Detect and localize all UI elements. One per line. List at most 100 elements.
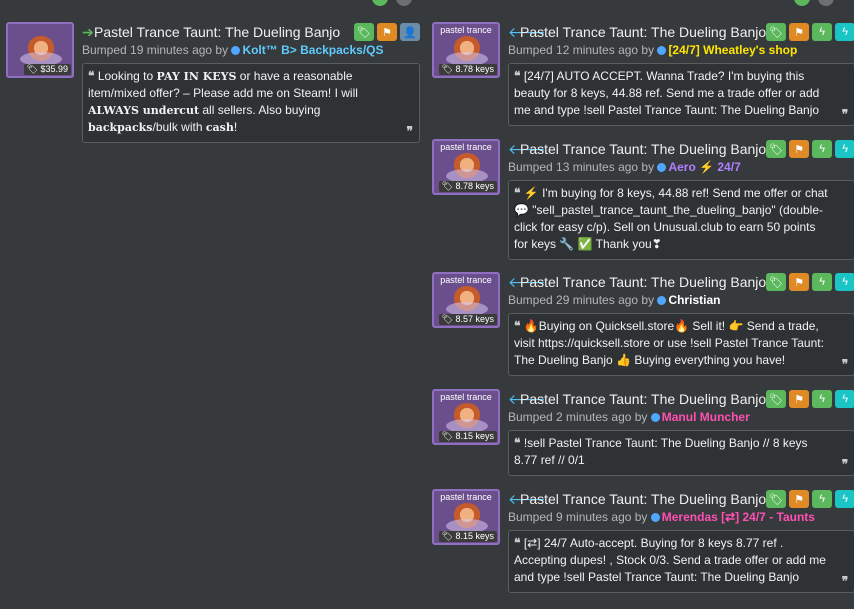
item-thumbnail[interactable]: 🏷 $35.99: [6, 22, 74, 78]
title-row: 🡐 Pastel Trance Taunt: The Dueling Banjo…: [508, 22, 854, 42]
buy-arrow-icon: 🡐: [508, 390, 546, 407]
listing-comment: ❝ !sell Pastel Trance Taunt: The Dueling…: [508, 430, 854, 476]
comment-text: !sell Pastel Trance Taunt: The Dueling B…: [514, 436, 808, 467]
flag-icon[interactable]: ⚑: [789, 490, 810, 508]
action-icons: 🏷 ⚑ ϟ ϟ: [766, 140, 854, 158]
bumped-text: Bumped 13 minutes ago by: [508, 160, 655, 174]
online-status-icon: [231, 46, 241, 55]
trade-offer-icon[interactable]: ϟ: [835, 390, 854, 408]
effect-label: pastel trance: [440, 275, 492, 285]
item-thumbnail[interactable]: pastel trance 🏷 8.78 keys: [432, 139, 500, 195]
tag-icon[interactable]: 🏷: [766, 140, 787, 158]
bumped-line: Bumped 13 minutes ago by Aero ⚡ 24/7: [508, 160, 854, 176]
listing-title[interactable]: Pastel Trance Taunt: The Dueling Banjo: [520, 274, 766, 290]
user-name[interactable]: Aero ⚡ 24/7: [668, 160, 740, 174]
bumped-text: Bumped 9 minutes ago by: [508, 510, 648, 524]
flag-icon[interactable]: ⚑: [789, 23, 810, 41]
action-icons: 🏷 ⚑ ϟ ϟ: [766, 273, 854, 291]
title-row: 🡐 Pastel Trance Taunt: The Dueling Banjo…: [508, 139, 854, 159]
listing-right-0: pastel trance 🏷 8.78 keys 🡐 Pastel Tranc…: [432, 22, 854, 126]
lightning-icon[interactable]: ϟ: [812, 273, 833, 291]
listing-title[interactable]: Pastel Trance Taunt: The Dueling Banjo: [520, 24, 766, 40]
sell-arrow-icon: ➔: [82, 23, 94, 40]
listing-body: 🡐 Pastel Trance Taunt: The Dueling Banjo…: [508, 272, 854, 376]
quote-close-icon: ❞: [841, 107, 849, 121]
bumped-text: Bumped 12 minutes ago by: [508, 43, 655, 57]
flag-icon[interactable]: ⚑: [377, 23, 397, 41]
listing-title[interactable]: Pastel Trance Taunt: The Dueling Banjo: [520, 491, 766, 507]
trade-offer-icon[interactable]: ϟ: [835, 490, 854, 508]
listing-body: ➔ Pastel Trance Taunt: The Dueling Banjo…: [82, 22, 420, 143]
item-thumbnail[interactable]: pastel trance 🏷 8.15 keys: [432, 389, 500, 445]
comment-text: Looking to: [97, 69, 157, 83]
user-name[interactable]: [24/7] Wheatley's shop: [668, 43, 797, 57]
quote-open-icon: ❝: [514, 319, 521, 333]
title-row: 🡐 Pastel Trance Taunt: The Dueling Banjo…: [508, 389, 854, 409]
quote-open-icon: ❝: [88, 69, 95, 83]
comment-text: all sellers. Also buying: [199, 103, 321, 117]
listing-title[interactable]: Pastel Trance Taunt: The Dueling Banjo: [520, 391, 766, 407]
user-name[interactable]: Merendas [⇄] 24/7 - Taunts: [662, 510, 815, 524]
item-thumbnail[interactable]: pastel trance 🏷 8.78 keys: [432, 22, 500, 78]
trade-offer-icon[interactable]: ϟ: [835, 273, 854, 291]
lightning-icon[interactable]: ϟ: [812, 23, 833, 41]
item-thumbnail[interactable]: pastel trance 🏷 8.15 keys: [432, 489, 500, 545]
listing-right-3: pastel trance 🏷 8.15 keys 🡐 Pastel Tranc…: [432, 389, 854, 476]
bumped-text: Bumped 2 minutes ago by: [508, 410, 648, 424]
bumped-line: Bumped 29 minutes ago by Christian: [508, 293, 854, 309]
listing-right-4: pastel trance 🏷 8.15 keys 🡐 Pastel Tranc…: [432, 489, 854, 593]
flag-icon[interactable]: ⚑: [789, 273, 810, 291]
listing-title[interactable]: Pastel Trance Taunt: The Dueling Banjo: [520, 141, 766, 157]
effect-label: pastel trance: [440, 392, 492, 402]
listing-comment: ❝ 🔥Buying on Quicksell.store🔥 Sell it! 👉…: [508, 313, 854, 376]
comment-bold-text: PAY IN KEYS: [156, 70, 237, 83]
quote-close-icon: ❞: [841, 574, 849, 588]
listing-right-2: pastel trance 🏷 8.57 keys 🡐 Pastel Tranc…: [432, 272, 854, 376]
effect-label: pastel trance: [440, 25, 492, 35]
action-icons: 🏷 ⚑ 👤: [354, 23, 420, 41]
lightning-icon[interactable]: ϟ: [812, 490, 833, 508]
price-value: 8.15 keys: [455, 431, 494, 441]
listing-comment: ❝ [24/7] AUTO ACCEPT. Wanna Trade? I'm b…: [508, 63, 854, 126]
lightning-icon[interactable]: ϟ: [812, 140, 833, 158]
lightning-icon[interactable]: ϟ: [812, 390, 833, 408]
listing-comment: ❝ ⚡ I'm buying for 8 keys, 44.88 ref! Se…: [508, 180, 854, 260]
bumped-line: Bumped 12 minutes ago by [24/7] Wheatley…: [508, 43, 854, 59]
item-thumbnail[interactable]: pastel trance 🏷 8.57 keys: [432, 272, 500, 328]
tag-icon[interactable]: 🏷: [766, 273, 787, 291]
user-name[interactable]: Manul Muncher: [662, 410, 750, 424]
title-row: ➔ Pastel Trance Taunt: The Dueling Banjo…: [82, 22, 420, 42]
trade-offer-icon[interactable]: ϟ: [835, 23, 854, 41]
price-value: 8.57 keys: [455, 314, 494, 324]
price-value: $35.99: [40, 64, 68, 74]
flag-icon[interactable]: ⚑: [789, 140, 810, 158]
quote-open-icon: ❝: [514, 536, 521, 550]
comment-text: [⇄] 24/7 Auto-accept. Buying for 8 keys …: [514, 536, 826, 584]
top-green-dot-right: [794, 0, 810, 6]
comment-bold-text: cash: [205, 121, 234, 134]
tag-icon[interactable]: 🏷: [766, 23, 787, 41]
quote-close-icon: ❞: [841, 357, 849, 371]
listing-body: 🡐 Pastel Trance Taunt: The Dueling Banjo…: [508, 489, 854, 593]
tag-icon[interactable]: 🏷: [766, 490, 787, 508]
quote-open-icon: ❝: [514, 69, 521, 83]
price-tag: 🏷 8.57 keys: [438, 314, 497, 325]
user-name[interactable]: Christian: [668, 293, 720, 307]
title-row: 🡐 Pastel Trance Taunt: The Dueling Banjo…: [508, 272, 854, 292]
top-gray-dot: [396, 0, 412, 6]
add-friend-icon[interactable]: 👤: [400, 23, 420, 41]
tag-icon[interactable]: 🏷: [766, 390, 787, 408]
online-status-icon: [650, 513, 660, 522]
price-tag: 🏷 8.78 keys: [438, 181, 497, 192]
flag-icon[interactable]: ⚑: [789, 390, 810, 408]
quote-close-icon: ❞: [406, 124, 413, 138]
listing-title[interactable]: Pastel Trance Taunt: The Dueling Banjo: [94, 24, 340, 40]
online-status-icon: [657, 296, 667, 305]
listing-left-0: 🏷 $35.99 ➔ Pastel Trance Taunt: The Duel…: [6, 22, 420, 143]
trade-offer-icon[interactable]: ϟ: [835, 140, 854, 158]
buy-arrow-icon: 🡐: [508, 23, 546, 40]
buy-arrow-icon: 🡐: [508, 140, 546, 157]
tag-icon[interactable]: 🏷: [354, 23, 374, 41]
top-gray-dot-right: [818, 0, 834, 6]
user-name[interactable]: Kolt™ B> Backpacks/QS: [242, 43, 383, 57]
